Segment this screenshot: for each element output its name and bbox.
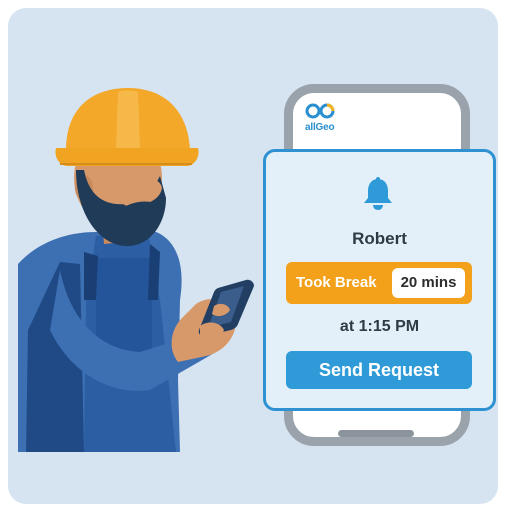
logo-text: allGeo bbox=[305, 122, 335, 133]
break-duration: 20 mins bbox=[392, 268, 465, 298]
status-label: Took Break bbox=[296, 274, 377, 291]
logo-rings-icon bbox=[305, 103, 335, 119]
status-badge: Took Break 20 mins bbox=[286, 262, 472, 304]
employee-name: Robert bbox=[352, 229, 407, 248]
bell-icon bbox=[364, 177, 392, 210]
event-time: at 1:15 PM bbox=[339, 318, 420, 335]
allgeo-logo: allGeo bbox=[305, 102, 345, 136]
send-request-button[interactable]: Send Request bbox=[286, 351, 472, 389]
home-indicator bbox=[338, 430, 414, 437]
